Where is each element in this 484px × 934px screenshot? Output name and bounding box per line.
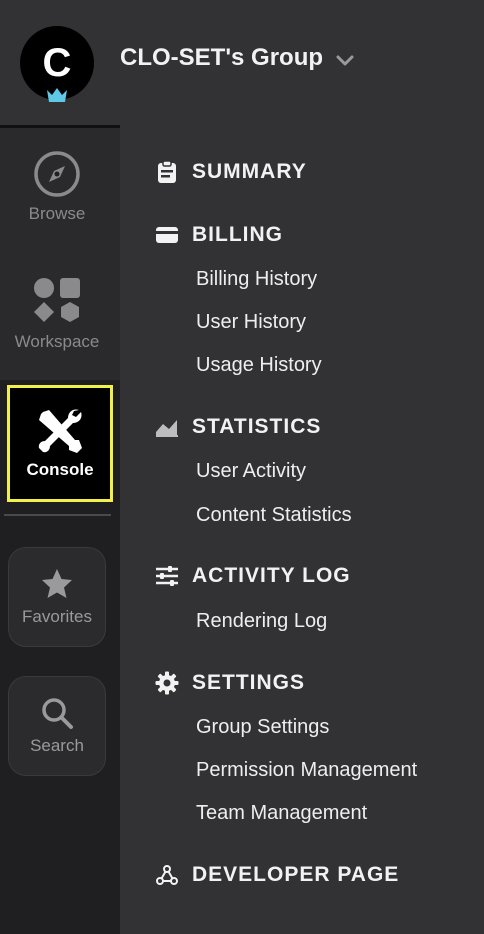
nav-developer-page-label: DEVELOPER PAGE (192, 863, 400, 886)
nav-activity-log[interactable]: ACTIVITY LOG (155, 564, 351, 588)
nav-statistics-label: STATISTICS (192, 415, 322, 438)
nav-summary-label: SUMMARY (192, 160, 307, 183)
workspace-icon (34, 278, 80, 322)
rail-workspace[interactable]: Workspace (0, 276, 114, 352)
nav-billing-history[interactable]: Billing History (196, 268, 317, 291)
sliders-icon (155, 564, 179, 588)
nav-team-management[interactable]: Team Management (196, 802, 367, 825)
crown-icon (47, 88, 67, 102)
rail-browse[interactable]: Browse (0, 150, 114, 224)
chart-icon (155, 415, 179, 439)
group-header: C CLO-SET's Group (0, 0, 484, 125)
star-icon (42, 569, 72, 598)
nav-group-settings[interactable]: Group Settings (196, 716, 329, 739)
nav-settings[interactable]: SETTINGS (155, 671, 305, 695)
compass-icon (34, 151, 80, 197)
gear-icon (155, 671, 179, 695)
rail-search[interactable]: Search (8, 676, 106, 776)
rail-workspace-label: Workspace (14, 332, 100, 351)
nav-rendering-log[interactable]: Rendering Log (196, 610, 327, 633)
rail-favorites[interactable]: Favorites (8, 547, 106, 647)
rail-search-label: Search (30, 736, 84, 755)
summary-icon (155, 160, 179, 184)
chevron-down-icon (336, 55, 354, 66)
rail-console-label: Console (26, 460, 94, 479)
avatar-letter: C (42, 40, 72, 85)
nav-statistics[interactable]: STATISTICS (155, 415, 321, 439)
nav-billing[interactable]: BILLING (155, 223, 283, 247)
nav-permission-management[interactable]: Permission Management (196, 759, 417, 782)
rail-browse-label: Browse (28, 204, 86, 223)
nav-content-statistics[interactable]: Content Statistics (196, 504, 352, 527)
nav-activity-log-label: ACTIVITY LOG (192, 564, 351, 587)
nav-settings-label: SETTINGS (192, 671, 306, 694)
tools-icon (38, 409, 82, 453)
nav-user-activity[interactable]: User Activity (196, 460, 306, 483)
card-icon (155, 223, 179, 247)
webhook-icon (155, 863, 179, 887)
rail-console[interactable]: Console (7, 385, 113, 502)
nav-usage-history[interactable]: Usage History (196, 354, 322, 377)
search-icon (42, 698, 73, 729)
rail-favorites-label: Favorites (22, 607, 92, 626)
group-switcher[interactable]: CLO-SET's Group (120, 44, 355, 72)
group-name: CLO-SET's Group (120, 44, 324, 71)
nav-summary[interactable]: SUMMARY (155, 160, 307, 184)
nav-developer-page[interactable]: DEVELOPER PAGE (155, 863, 399, 887)
nav-billing-label: BILLING (192, 223, 283, 246)
nav-user-history[interactable]: User History (196, 311, 306, 334)
rail-separator (4, 514, 111, 516)
